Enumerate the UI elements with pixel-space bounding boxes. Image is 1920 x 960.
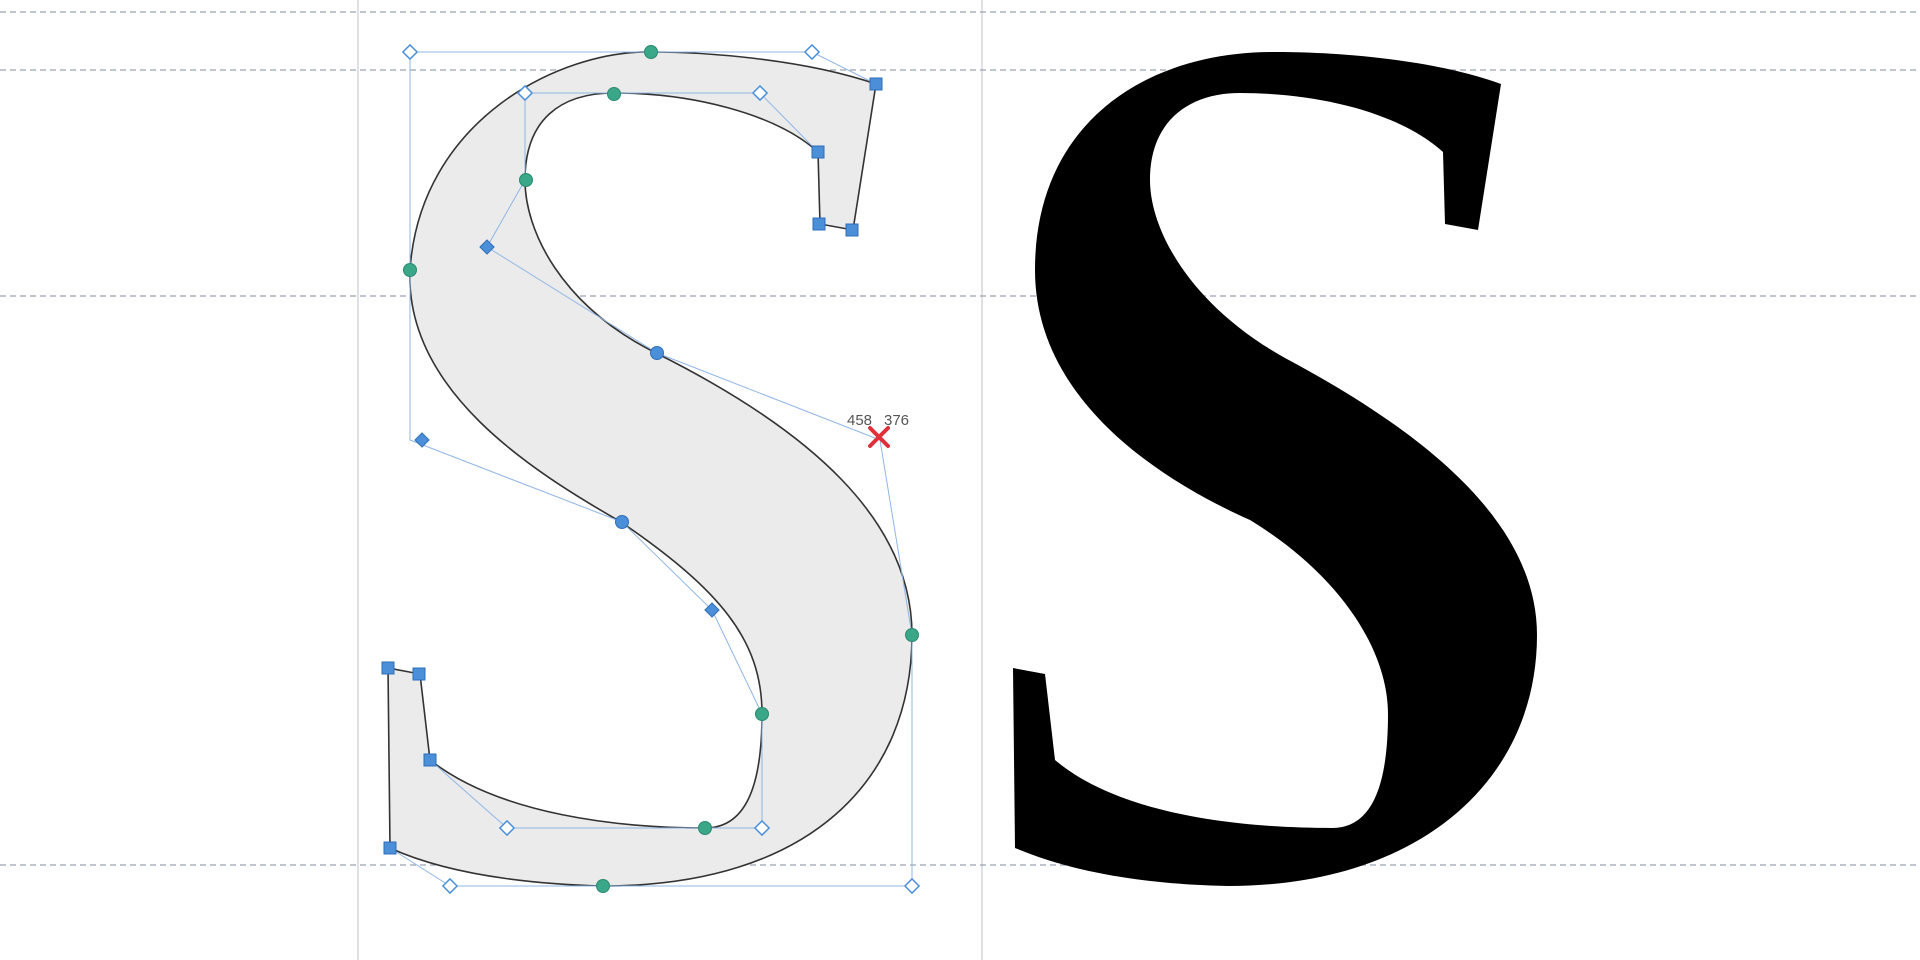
corner-node[interactable] [383, 841, 397, 855]
smooth-node[interactable] [403, 263, 417, 277]
offcurve-handle[interactable] [803, 43, 821, 61]
smooth-node[interactable] [644, 45, 658, 59]
offcurve-handle[interactable] [401, 43, 419, 61]
smooth-node-selected[interactable] [615, 515, 629, 529]
corner-node[interactable] [412, 667, 426, 681]
corner-node[interactable] [869, 77, 883, 91]
offcurve-handle[interactable] [441, 877, 459, 895]
glyph-outline-edit[interactable] [387, 51, 913, 887]
corner-node[interactable] [811, 145, 825, 159]
smooth-node[interactable] [755, 707, 769, 721]
coordinate-readout: 458 376 [847, 412, 909, 429]
corner-node[interactable] [423, 753, 437, 767]
smooth-node[interactable] [607, 87, 621, 101]
smooth-node[interactable] [905, 628, 919, 642]
corner-node[interactable] [381, 661, 395, 675]
smooth-node[interactable] [519, 173, 533, 187]
smooth-node-selected[interactable] [650, 346, 664, 360]
glyph-preview [1013, 51, 1537, 886]
glyph-edit-canvas[interactable]: 458 376 [0, 0, 1920, 960]
cursor-y-readout: 376 [884, 412, 909, 429]
corner-node[interactable] [812, 217, 826, 231]
corner-node[interactable] [845, 223, 859, 237]
smooth-node[interactable] [698, 821, 712, 835]
offcurve-handle[interactable] [414, 432, 430, 448]
cursor-x-readout: 458 [847, 412, 872, 429]
smooth-node[interactable] [596, 879, 610, 893]
offcurve-handle[interactable] [903, 877, 921, 895]
